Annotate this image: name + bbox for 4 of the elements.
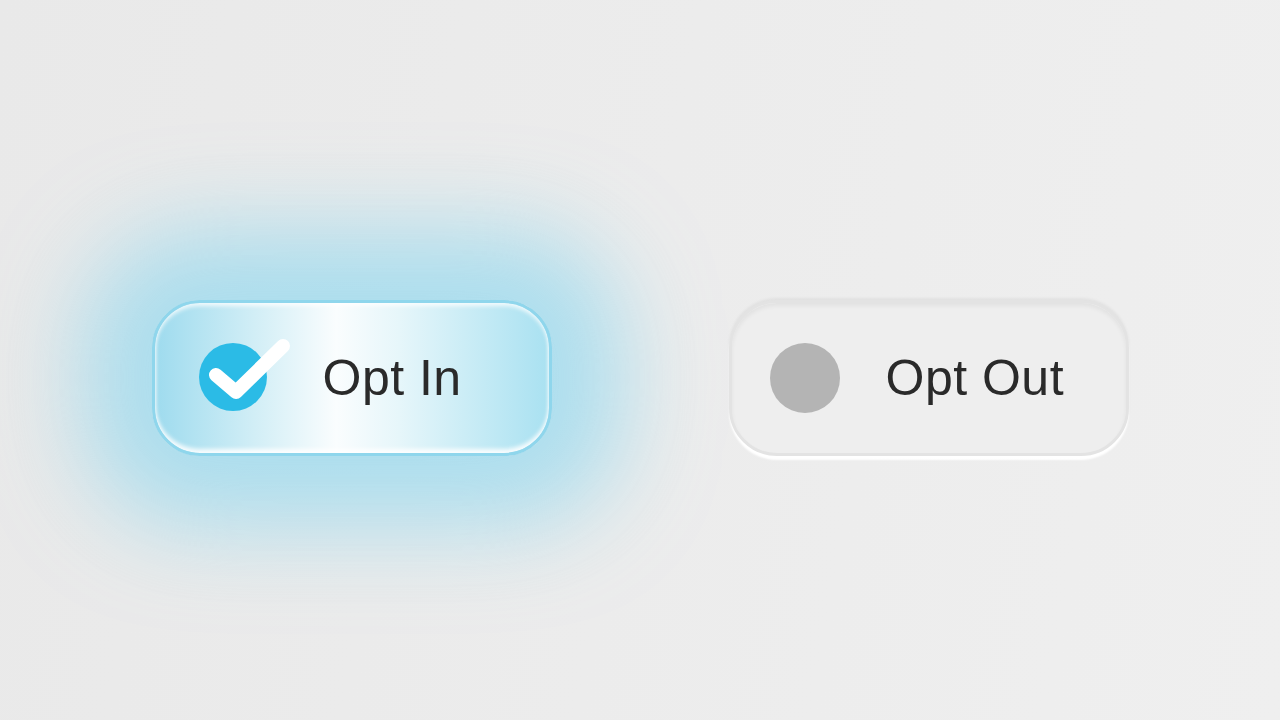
option-button[interactable]: Opt In	[151, 300, 552, 456]
check-circle-icon	[198, 337, 291, 413]
option-button[interactable]: Opt Out	[728, 300, 1129, 456]
circle-icon	[769, 343, 840, 413]
